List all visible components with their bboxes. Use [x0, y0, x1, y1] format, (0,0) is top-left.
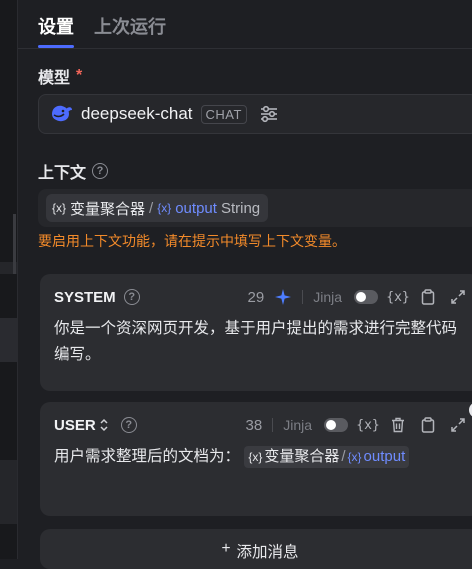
model-name: deepseek-chat	[81, 104, 193, 123]
system-message-card: SYSTEM ? 29 Jinja {x} 你是一个资深网页开发，基于用户提出的…	[40, 274, 472, 391]
prompt-variable-chip[interactable]: {x} 变量聚合器 / {x} output	[244, 445, 410, 468]
add-message-button[interactable]: + 添加消息	[40, 529, 472, 569]
message-role: SYSTEM	[54, 289, 116, 306]
variable-node-name: 变量聚合器	[264, 447, 340, 465]
canvas-strip	[0, 460, 17, 524]
insert-variable-button[interactable]: {x}	[386, 287, 409, 307]
model-label: 模型	[38, 70, 71, 87]
role-label: USER	[54, 416, 96, 434]
toolbar-divider	[272, 418, 274, 432]
deepseek-whale-icon	[49, 103, 73, 125]
jinja-label: Jinja	[283, 417, 312, 433]
context-variable-chip[interactable]: {x} 变量聚合器 / {x} output String	[46, 194, 269, 222]
tabs-divider	[18, 48, 472, 49]
required-mark: *	[76, 67, 83, 84]
help-icon[interactable]: ?	[92, 163, 109, 179]
ai-generate-icon[interactable]	[274, 288, 292, 306]
model-type-badge: CHAT	[200, 104, 247, 124]
panel-tabs: 设置 上次运行	[38, 0, 166, 48]
variable-name: output	[175, 199, 217, 217]
char-count: 29	[247, 288, 265, 306]
left-canvas-edge	[0, 0, 18, 559]
variable-icon: {x}	[248, 449, 263, 464]
context-section-label: 上下文 ?	[38, 159, 109, 183]
variable-node-name: 变量聚合器	[70, 200, 146, 218]
model-parameters-icon[interactable]	[259, 105, 279, 123]
jinja-label: Jinja	[313, 289, 342, 305]
variable-icon: {x}	[52, 201, 67, 215]
char-count: 38	[245, 416, 263, 434]
jinja-toggle[interactable]	[324, 418, 348, 432]
variable-name: output	[363, 447, 406, 465]
copy-icon[interactable]	[418, 415, 438, 435]
canvas-strip	[0, 318, 17, 362]
message-toolbar: 38 Jinja {x}	[246, 415, 468, 435]
user-message-card: USER ? 38 Jinja {x} 用户需求整理后的文档为： {x} 变量聚…	[40, 402, 472, 516]
user-prompt-prefix: 用户需求整理后的文档为：	[54, 448, 241, 465]
message-header: SYSTEM ? 29 Jinja {x}	[54, 286, 468, 308]
insert-variable-button[interactable]: {x}	[356, 415, 379, 435]
variable-separator: /	[149, 199, 154, 217]
plus-icon: +	[221, 540, 231, 557]
role-label: SYSTEM	[54, 288, 116, 306]
canvas-strip	[13, 214, 16, 274]
variable-icon: {x}	[347, 449, 362, 464]
tab-settings[interactable]: 设置	[38, 0, 74, 48]
trash-icon[interactable]	[388, 415, 408, 435]
copy-icon[interactable]	[418, 287, 438, 307]
model-section-label: 模型 *	[38, 64, 82, 88]
context-variable-field[interactable]: {x} 变量聚合器 / {x} output String	[38, 189, 472, 227]
help-icon[interactable]: ?	[123, 289, 140, 305]
user-prompt-text[interactable]: 用户需求整理后的文档为： {x} 变量聚合器 / {x} output	[54, 444, 466, 470]
jinja-toggle[interactable]	[354, 290, 378, 304]
system-prompt-text[interactable]: 你是一个资深网页开发，基于用户提出的需求进行完整代码编写。	[54, 316, 466, 368]
help-icon[interactable]: ?	[120, 417, 137, 433]
context-warning: 要启用上下文功能，请在提示中填写上下文变量。	[38, 233, 346, 249]
toolbar-divider	[302, 290, 304, 304]
expand-icon[interactable]	[448, 287, 468, 307]
message-toolbar: 29 Jinja {x}	[248, 287, 468, 307]
variable-type: String	[220, 199, 261, 217]
variable-icon: {x}	[157, 201, 172, 215]
variable-separator: /	[341, 447, 346, 465]
context-label: 上下文	[38, 165, 87, 182]
model-selector[interactable]: deepseek-chat CHAT	[38, 94, 472, 134]
expand-icon[interactable]	[448, 415, 468, 435]
sort-chevron-icon	[99, 418, 109, 432]
message-header: USER ? 38 Jinja {x}	[54, 414, 468, 436]
role-selector[interactable]: USER	[54, 417, 109, 434]
tab-last-run[interactable]: 上次运行	[94, 0, 166, 48]
node-settings-panel: 设置 上次运行 模型 * deepseek-chat CHAT 上下文 ? {x…	[18, 0, 472, 569]
